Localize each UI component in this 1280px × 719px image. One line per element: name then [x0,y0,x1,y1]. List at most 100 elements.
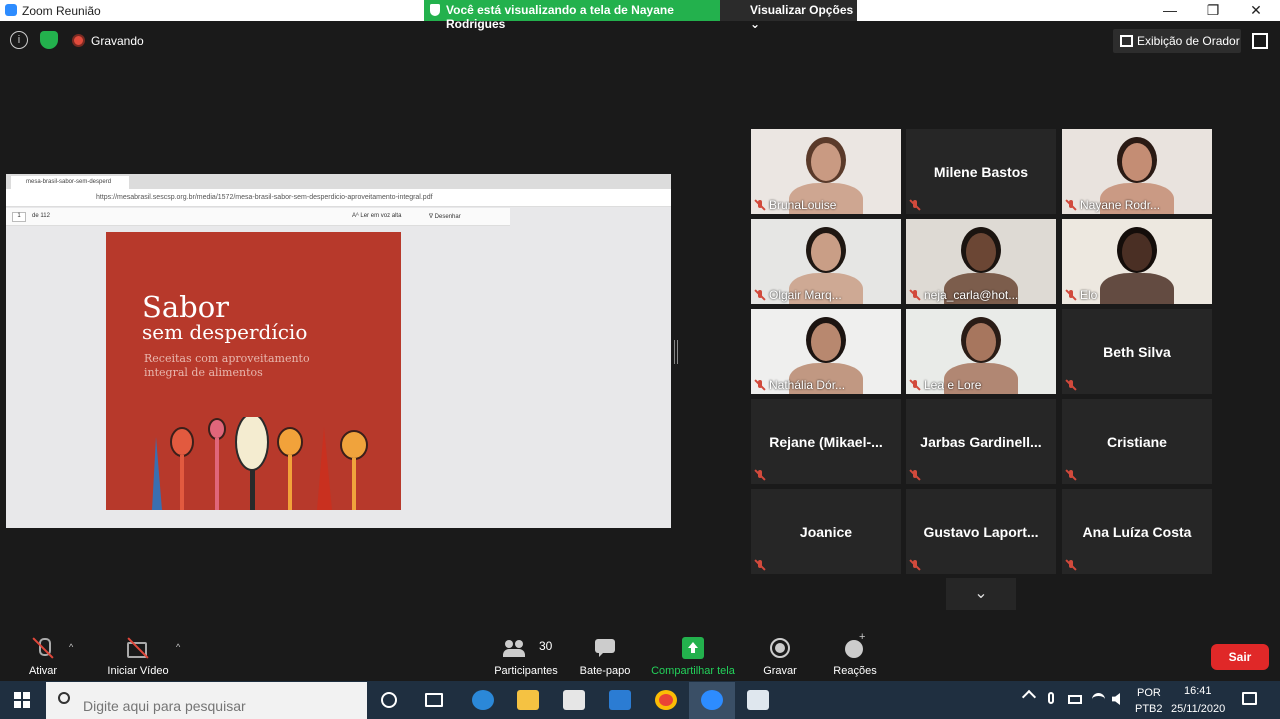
browser-tab: mesa-brasil-sabor-sem-desperd [11,176,129,189]
share-screen-label: Compartilhar tela [651,665,735,677]
clock-time[interactable]: 16:41 [1184,685,1212,697]
muted-microphone-icon [755,290,765,300]
reaction-emoji-icon [844,631,866,659]
muted-microphone-icon [1066,560,1076,570]
cover-title-line-2: sem desperdício [142,320,308,344]
participant-name: Ana Luíza Costa [1082,523,1192,540]
fullscreen-icon[interactable] [1252,33,1268,49]
share-screen-icon [682,637,704,659]
participant-tile[interactable]: Olgair Marq... [751,219,901,304]
mail-icon[interactable] [609,690,631,710]
participant-name: Rejane (Mikael-... [769,433,883,450]
participant-tile[interactable]: neja_carla@hot... [906,219,1056,304]
participant-name: BrunaLouise [769,198,837,212]
input-language[interactable]: POR [1137,687,1161,699]
chat-button[interactable]: Bate-papo [575,637,635,677]
cortana-icon[interactable] [381,692,397,708]
record-icon [769,637,791,659]
leave-meeting-button[interactable]: Sair [1211,644,1269,670]
windows-start-icon[interactable] [14,692,30,708]
grid-icon [1120,35,1133,47]
clock-date[interactable]: 25/11/2020 [1171,703,1225,715]
share-banner-text: Você está visualizando a tela de Nayane … [446,3,674,31]
participant-tile[interactable]: Cristiane [1062,399,1212,484]
book-cover: Sabor sem desperdício Receitas com aprov… [106,232,401,510]
participant-name: Gustavo Laport... [923,523,1039,540]
participant-name: Cristiane [1107,433,1167,450]
pdf-toolbar: 1 de 112 Aᴬ Ler em voz alta ∇ Desenhar [6,208,510,226]
muted-microphone-icon [910,380,920,390]
video-off-icon [127,637,149,659]
meeting-info-icon[interactable]: i [10,31,28,49]
muted-microphone-icon [32,637,54,659]
participant-tile[interactable]: Ana Luíza Costa [1062,489,1212,574]
pdf-read-aloud: Aᴬ Ler em voz alta [352,213,402,219]
participant-tile[interactable]: Nayane Rodr... [1062,129,1212,214]
participant-tile[interactable]: Beth Silva [1062,309,1212,394]
window-title: Zoom Reunião [22,4,101,18]
file-explorer-icon[interactable] [517,690,539,710]
maximize-button[interactable]: ❐ [1203,2,1223,19]
browser-url: https://mesabrasil.sescsp.org.br/media/1… [96,194,433,201]
chrome-browser-icon[interactable] [655,690,677,710]
store-icon[interactable] [563,690,585,710]
zoom-taskbar-button[interactable] [689,682,735,719]
close-window-button[interactable]: ✕ [1246,2,1266,19]
video-options-caret[interactable]: ^ [176,642,180,652]
participant-tile[interactable]: Elo [1062,219,1212,304]
muted-microphone-icon [755,470,765,480]
task-view-icon[interactable] [425,693,443,707]
view-options-button[interactable]: Visualizar Opções ⌄ [720,0,857,31]
muted-microphone-icon [755,380,765,390]
participant-name: Elo [1080,288,1098,302]
participant-name: Beth Silva [1103,343,1171,360]
cover-title: Sabor [142,290,230,324]
muted-microphone-icon [910,470,920,480]
participant-tile[interactable]: Rejane (Mikael-... [751,399,901,484]
screen-share-banner: Você está visualizando a tela de Nayane … [424,0,720,31]
zoom-app-icon [5,4,17,16]
taskbar-search-input[interactable] [46,682,367,719]
pdf-page-number: 1 [12,212,26,222]
network-app-icon[interactable] [747,690,769,710]
record-button[interactable]: Gravar [760,637,800,677]
browser-tab-bar: mesa-brasil-sabor-sem-desperd [6,174,671,189]
gallery-next-page-button[interactable]: ⌄ [946,578,1016,610]
audio-options-caret[interactable]: ^ [69,642,73,652]
reactions-button[interactable]: Reações [830,631,880,677]
notifications-icon[interactable] [1242,692,1257,705]
participant-tile[interactable]: BrunaLouise [751,129,901,214]
panel-resize-handle[interactable] [674,340,678,364]
participant-tile[interactable]: Jarbas Gardinell... [906,399,1056,484]
muted-microphone-icon [1066,290,1076,300]
participant-name: Olgair Marq... [769,288,842,302]
participant-name: Lea e Lore [924,378,982,392]
encryption-shield-icon[interactable] [40,31,58,49]
participant-tile[interactable]: Gustavo Laport... [906,489,1056,574]
muted-microphone-icon [1066,200,1076,210]
share-screen-button[interactable]: Compartilhar tela [648,637,738,677]
start-video-button[interactable]: Iniciar Vídeo [103,637,173,677]
tray-battery-icon[interactable] [1068,695,1082,704]
muted-microphone-icon [755,560,765,570]
participant-name: neja_carla@hot... [924,288,1019,302]
tray-microphone-icon[interactable] [1048,692,1054,704]
search-icon [58,692,70,704]
start-video-label: Iniciar Vídeo [107,665,169,677]
participant-tile[interactable]: Lea e Lore [906,309,1056,394]
browser-address-bar: https://mesabrasil.sescsp.org.br/media/1… [6,189,671,207]
tray-wifi-icon[interactable] [1092,693,1105,706]
shared-screen[interactable]: mesa-brasil-sabor-sem-desperd https://me… [6,174,671,528]
chat-icon [594,637,616,659]
edge-browser-icon[interactable] [472,690,494,710]
muted-microphone-icon [755,200,765,210]
participant-tile[interactable]: Nathália Dór... [751,309,901,394]
keyboard-layout[interactable]: PTB2 [1135,703,1163,715]
minimize-button[interactable]: — [1160,2,1180,18]
speaker-view-button[interactable]: Exibição de Orador [1113,29,1241,53]
muted-microphone-icon [910,560,920,570]
unmute-button[interactable]: Ativar [18,637,68,677]
participant-tile[interactable]: Joanice [751,489,901,574]
participant-tile[interactable]: Milene Bastos [906,129,1056,214]
muted-microphone-icon [910,200,920,210]
